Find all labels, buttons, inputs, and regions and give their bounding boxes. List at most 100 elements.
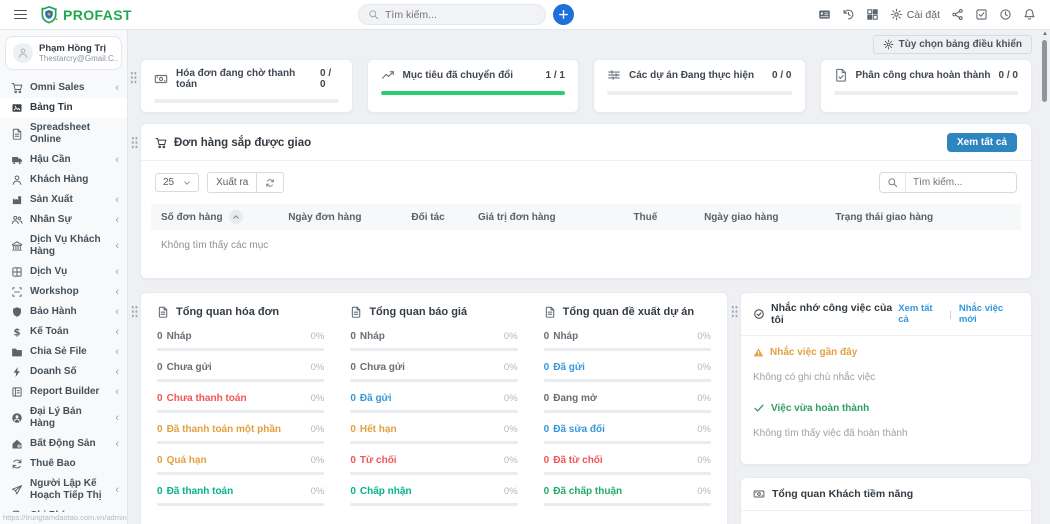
sort-asc-icon[interactable] xyxy=(229,210,243,224)
sidebar-item-thue-bao[interactable]: Thuê Bao xyxy=(0,454,127,474)
status-percent: 0% xyxy=(305,424,325,435)
kpi-card-projects-in-progress[interactable]: Các dự án Đang thực hiện0 / 0 xyxy=(593,59,806,113)
status-percent: 0% xyxy=(305,331,325,342)
status-percent: 0% xyxy=(305,393,325,404)
status-label: Đã sửa đổi xyxy=(553,424,605,435)
chevron-collapse-icon: ‹ xyxy=(115,367,119,377)
history-icon[interactable] xyxy=(842,8,855,21)
sidebar-item-nguoi-lap-ke-hoach-tiep-thi[interactable]: Người Lập Kế Hoạch Tiếp Thị‹ xyxy=(0,474,127,506)
tasks-icon[interactable] xyxy=(975,8,988,21)
orders-table-search[interactable] xyxy=(879,172,1017,193)
status-percent: 0% xyxy=(498,486,518,497)
sidebar-item-doanh-so[interactable]: Doanh Số‹ xyxy=(0,362,127,382)
column-header[interactable]: Đối tác xyxy=(411,210,478,224)
status-count: 0 xyxy=(157,331,163,342)
sidebar-item-omni-sales[interactable]: Omni Sales‹ xyxy=(0,78,127,98)
gear-icon xyxy=(883,39,894,50)
sidebar-item-report-builder[interactable]: Report Builder‹ xyxy=(0,382,127,402)
kpi-card-invoices-awaiting-payment[interactable]: Hóa đơn đang chờ thanh toán0 / 0 xyxy=(140,59,353,113)
share-icon[interactable] xyxy=(951,8,964,21)
sidebar-item-bao-hanh[interactable]: Bảo Hành‹ xyxy=(0,302,127,322)
page-size-select[interactable]: 25 xyxy=(155,173,199,192)
drag-handle[interactable] xyxy=(131,305,138,318)
status-count: 0 xyxy=(544,393,550,404)
sidebar-item-khach-hang[interactable]: Khách Hàng xyxy=(0,170,127,190)
sidebar-item-san-xuat[interactable]: Sản Xuất‹ xyxy=(0,190,127,210)
document-icon xyxy=(157,306,169,318)
cart-icon xyxy=(155,137,167,149)
status-progress xyxy=(350,379,517,382)
status-count: 0 xyxy=(350,424,356,435)
profast-shield-icon xyxy=(39,5,59,25)
sidebar-item-nhan-su[interactable]: Nhân Sự‹ xyxy=(0,210,127,230)
settings-icon[interactable]: Cài đặt xyxy=(890,8,940,21)
status-percent: 0% xyxy=(691,424,711,435)
reminders-new-link[interactable]: Nhắc việc mới xyxy=(959,303,1019,325)
workshop-icon xyxy=(10,286,23,298)
column-header[interactable]: Trạng thái giao hàng xyxy=(835,210,1011,224)
sidebar-item-workshop[interactable]: Workshop‹ xyxy=(0,282,127,302)
drag-handle[interactable] xyxy=(130,71,137,84)
app-logo[interactable]: PROFAST xyxy=(39,5,132,25)
drag-handle[interactable] xyxy=(131,136,138,149)
kpi-card-tasks-not-finished[interactable]: Phân công chưa hoàn thành0 / 0 xyxy=(820,59,1033,113)
status-row: 0Chấp nhận0% xyxy=(350,486,517,506)
sidebar-item-hau-can[interactable]: Hậu Cần‹ xyxy=(0,150,127,170)
sidebar-item-ke-toan[interactable]: $Kế Toán‹ xyxy=(0,322,127,342)
column-header[interactable]: Số đơn hàng xyxy=(161,210,288,224)
status-row: 0Đã từ chối0% xyxy=(544,455,711,475)
kpi-value: 0 / 0 xyxy=(772,70,791,81)
status-progress xyxy=(544,410,711,413)
page-scrollbar[interactable]: ▲ xyxy=(1041,30,1049,524)
status-percent: 0% xyxy=(691,486,711,497)
status-row: 0Nháp0% xyxy=(544,331,711,351)
id-card-icon[interactable] xyxy=(818,8,831,21)
sidebar-item-bat-dong-san[interactable]: Bất Động Sản‹ xyxy=(0,434,127,454)
sidebar: Phạm Hồng Trị Thestarcry@Gmail.C... Omni… xyxy=(0,30,128,524)
apps-grid-icon[interactable] xyxy=(866,8,879,21)
column-header[interactable]: Thuế xyxy=(633,210,704,224)
refresh-button[interactable] xyxy=(256,173,283,192)
clock-icon[interactable] xyxy=(999,8,1012,21)
link-preview-status: https://trungtamdaotao.com.vn/admin/# xyxy=(0,512,127,524)
status-row: 0Đã chấp thuận0% xyxy=(544,486,711,506)
sidebar-item-dai-ly-ban-hang[interactable]: Đại Lý Bán Hàng‹ xyxy=(0,402,127,434)
chevron-collapse-icon: ‹ xyxy=(115,413,119,423)
kpi-card-converted-goals[interactable]: Mục tiêu đã chuyển đổi1 / 1 xyxy=(367,59,580,113)
kpi-value: 0 / 0 xyxy=(999,70,1018,81)
scroll-up-icon[interactable]: ▲ xyxy=(1042,31,1048,37)
status-progress xyxy=(350,472,517,475)
kpi-value: 1 / 1 xyxy=(546,70,565,81)
scrollbar-thumb[interactable] xyxy=(1042,40,1047,102)
orders-search-input[interactable] xyxy=(906,173,1016,192)
sidebar-item-dich-vu[interactable]: Dịch Vụ‹ xyxy=(0,262,127,282)
column-header[interactable]: Ngày giao hàng xyxy=(704,210,835,224)
orders-view-all-button[interactable]: Xem tất cả xyxy=(947,133,1017,152)
column-header[interactable]: Giá trị đơn hàng xyxy=(478,210,633,224)
refresh-icon xyxy=(10,458,23,470)
create-new-button[interactable] xyxy=(553,4,574,25)
top-bar: PROFAST Cài đặt xyxy=(0,0,1050,30)
user-card[interactable]: Phạm Hồng Trị Thestarcry@Gmail.C... xyxy=(5,36,122,70)
status-label: Nháp xyxy=(360,331,385,342)
status-percent: 0% xyxy=(691,331,711,342)
export-button[interactable]: Xuất ra xyxy=(208,173,256,192)
svg-text:$: $ xyxy=(13,327,20,338)
sidebar-item-spreadsheet-online[interactable]: Spreadsheet Online xyxy=(0,118,127,150)
global-search[interactable] xyxy=(358,4,546,25)
sidebar-item-bang-tin[interactable]: Bảng Tin xyxy=(0,98,127,118)
sidebar-item-dich-vu-khach-hang[interactable]: Dịch Vụ Khách Hàng‹ xyxy=(0,230,127,262)
logo-text: PROFAST xyxy=(63,7,132,23)
menu-icon[interactable] xyxy=(14,10,27,20)
dashboard-customize-button[interactable]: Tùy chọn bảng điều khiển xyxy=(873,35,1032,54)
status-label: Đang mở xyxy=(553,393,597,404)
notifications-icon[interactable] xyxy=(1023,8,1036,21)
sidebar-item-chia-se-file[interactable]: Chia Sẻ File‹ xyxy=(0,342,127,362)
column-header[interactable]: Ngày đơn hàng xyxy=(288,210,411,224)
people-icon xyxy=(10,214,23,226)
global-search-input[interactable] xyxy=(385,9,536,21)
reminders-view-all-link[interactable]: Xem tất cả xyxy=(898,303,942,325)
drag-handle[interactable] xyxy=(731,305,738,318)
kpi-row: Hóa đơn đang chờ thanh toán0 / 0 Mục tiêu… xyxy=(140,59,1032,113)
status-percent: 0% xyxy=(305,455,325,466)
